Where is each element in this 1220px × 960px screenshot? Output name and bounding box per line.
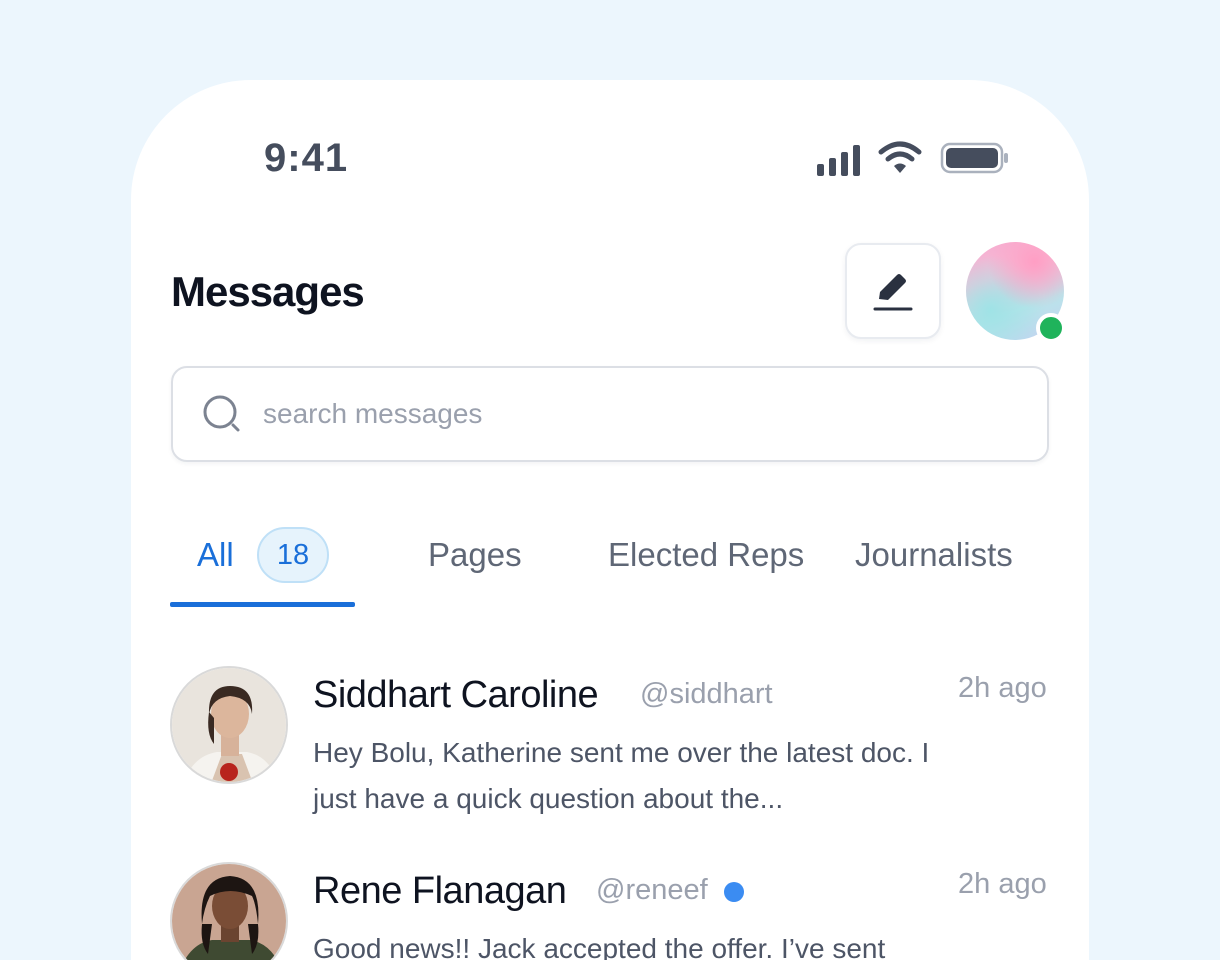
sender-name: Rene Flanagan: [313, 870, 567, 912]
message-time: 2h ago: [958, 868, 1047, 900]
unread-indicator: [724, 882, 744, 902]
online-status-dot: [1036, 313, 1066, 343]
tab-all[interactable]: All: [197, 536, 234, 574]
status-icons: [817, 140, 1010, 176]
pencil-icon: [873, 274, 913, 311]
signal-icon: [817, 140, 860, 176]
message-preview: Good news!! Jack accepted the offer. I’v…: [313, 933, 886, 960]
page-title: Messages: [171, 268, 365, 315]
wifi-icon: [878, 141, 922, 173]
phone-screen: 9:41 Messages All 18 Pag: [131, 80, 1089, 960]
sender-handle: @siddhart: [640, 678, 773, 710]
message-preview: Hey Bolu, Katherine sent me over the lat…: [313, 737, 930, 814]
sender-name: Siddhart Caroline: [313, 674, 599, 716]
tab-journalists[interactable]: Journalists: [855, 536, 1013, 574]
tab-all-count-badge: 18: [257, 527, 329, 583]
status-time: 9:41: [264, 136, 349, 180]
compose-button[interactable]: [845, 243, 941, 339]
active-tab-indicator: [170, 602, 355, 607]
search-bar[interactable]: [171, 366, 1049, 462]
tab-elected-reps[interactable]: Elected Reps: [608, 536, 804, 574]
search-input[interactable]: [263, 398, 1023, 430]
avatar: [170, 862, 288, 960]
search-icon: [203, 395, 240, 432]
sender-handle: @reneef: [596, 874, 708, 906]
battery-icon: [940, 142, 1008, 174]
avatar: [170, 666, 288, 784]
message-time: 2h ago: [958, 672, 1047, 704]
tab-pages[interactable]: Pages: [428, 536, 522, 574]
